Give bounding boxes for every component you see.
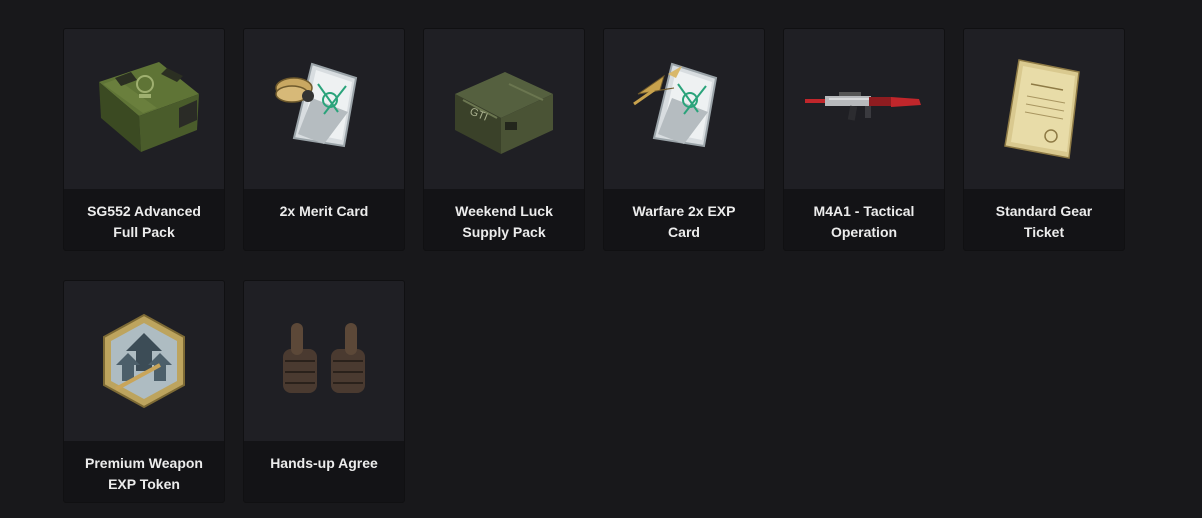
item-card[interactable]: Premium Weapon EXP Token (64, 281, 224, 502)
supply-case-icon: GTI (424, 29, 584, 189)
item-name: 2x Merit Card (279, 203, 369, 219)
thumbs-up-icon (244, 281, 404, 441)
item-card[interactable]: 2x Merit Card (244, 29, 404, 250)
item-name: Standard Gear Ticket (995, 203, 1093, 240)
item-name: M4A1 - Tactical Operation (813, 203, 915, 240)
item-grid: SG552 Advanced Full Pack 2x Merit Card G… (64, 29, 1124, 502)
item-card[interactable]: Standard Gear Ticket (964, 29, 1124, 250)
item-name: Hands-up Agree (270, 455, 378, 471)
item-name: SG552 Advanced Full Pack (87, 203, 201, 240)
weapon-exp-token-icon (64, 281, 224, 441)
item-card[interactable]: GTI Weekend Luck Supply Pack (424, 29, 584, 250)
item-card[interactable]: SG552 Advanced Full Pack (64, 29, 224, 250)
item-name: Warfare 2x EXP Card (632, 203, 736, 240)
merit-card-icon (244, 29, 404, 189)
item-card[interactable]: Warfare 2x EXP Card (604, 29, 764, 250)
rifle-icon (784, 29, 944, 189)
green-crate-icon (64, 29, 224, 189)
exp-card-icon (604, 29, 764, 189)
item-name: Premium Weapon EXP Token (85, 455, 203, 492)
item-name: Weekend Luck Supply Pack (455, 203, 553, 240)
item-card[interactable]: M4A1 - Tactical Operation (784, 29, 944, 250)
ticket-scroll-icon (964, 29, 1124, 189)
item-card[interactable]: Hands-up Agree (244, 281, 404, 502)
